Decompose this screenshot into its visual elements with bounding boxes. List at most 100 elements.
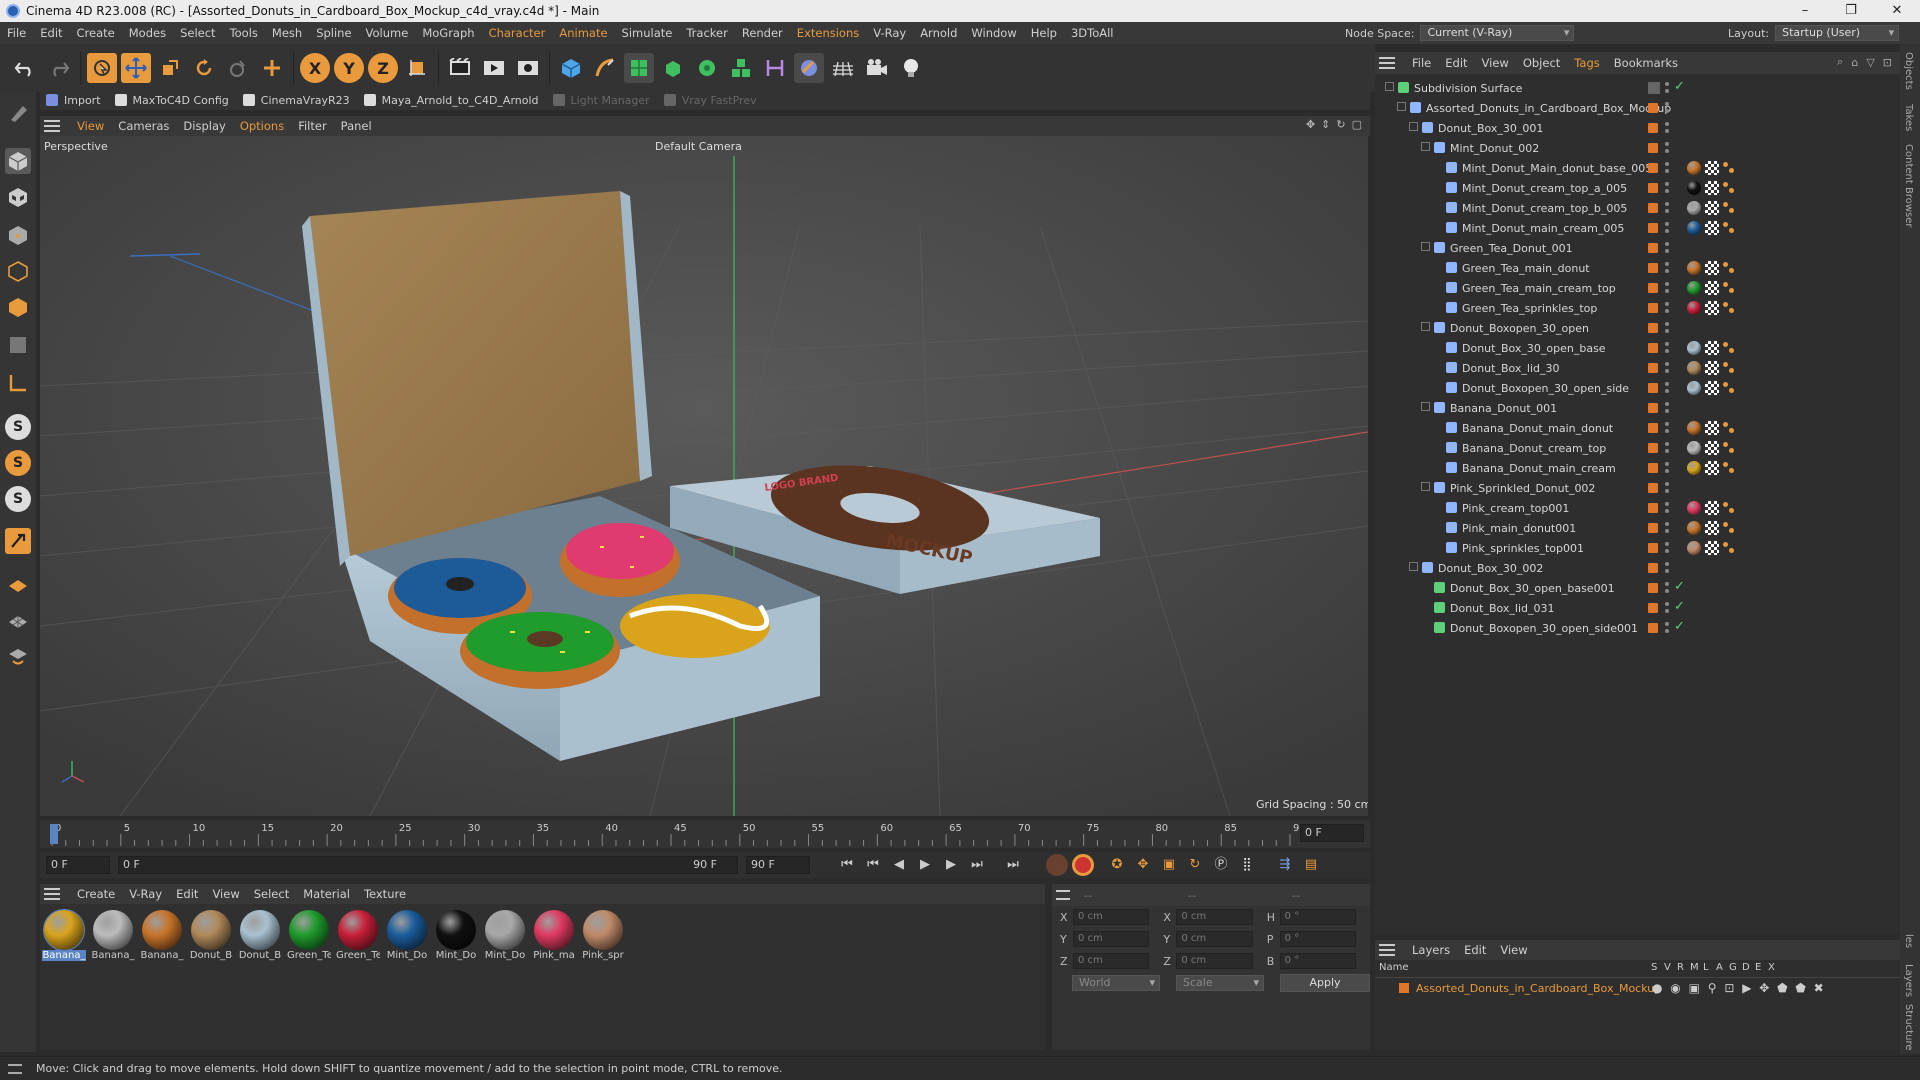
- visibility-toggle-icon[interactable]: [1665, 582, 1669, 594]
- layer-column-s[interactable]: S: [1651, 962, 1657, 973]
- layer-color-icon[interactable]: [1648, 623, 1658, 633]
- menu-render[interactable]: Render: [735, 22, 790, 44]
- plugin-maxtoc4d-config[interactable]: MaxToC4D Config: [114, 94, 229, 107]
- add-object-icon[interactable]: [257, 53, 287, 83]
- workplane-icon[interactable]: [5, 572, 31, 598]
- selection-tag-icon[interactable]: [1723, 202, 1735, 214]
- visibility-toggle-icon[interactable]: [1665, 182, 1669, 194]
- x-axis-lock-icon[interactable]: X: [300, 53, 330, 83]
- material-swatch[interactable]: Banana_: [42, 908, 86, 961]
- prev-frame-icon[interactable]: ◀: [888, 854, 910, 876]
- coord-mode-dropdown[interactable]: Scale: [1176, 975, 1264, 991]
- object-name[interactable]: Mint_Donut_002: [1450, 142, 1539, 155]
- object-name[interactable]: Mint_Donut_cream_top_a_005: [1462, 182, 1627, 195]
- layer-color-icon[interactable]: [1648, 463, 1658, 473]
- timeline-ruler[interactable]: 051015202530354045505560657075808590 0 F: [40, 820, 1370, 848]
- visibility-toggle-icon[interactable]: [1665, 502, 1669, 514]
- search-icon[interactable]: ⌕: [1837, 55, 1843, 69]
- deformer-bend-icon[interactable]: [760, 53, 790, 83]
- render-view-icon[interactable]: [479, 53, 509, 83]
- visibility-toggle-icon[interactable]: [1665, 322, 1669, 334]
- points-mode-icon[interactable]: [5, 222, 31, 248]
- timeline-window-icon[interactable]: ▤: [1300, 854, 1322, 876]
- locked-workplane-icon[interactable]: [5, 528, 31, 554]
- camera-icon[interactable]: [862, 53, 892, 83]
- maximize-button[interactable]: ❐: [1828, 0, 1874, 22]
- menu-create[interactable]: Create: [70, 22, 122, 44]
- autokey-icon[interactable]: [1072, 854, 1094, 876]
- enabled-check-icon[interactable]: ✓: [1674, 79, 1685, 94]
- material-swatch[interactable]: Pink_spr: [581, 908, 625, 961]
- object-row[interactable]: Green_Tea_main_cream_top: [1375, 278, 1900, 298]
- selection-tag-icon[interactable]: [1723, 462, 1735, 474]
- object-name[interactable]: Green_Tea_sprinkles_top: [1462, 302, 1597, 315]
- material-swatch[interactable]: Mint_Do: [434, 908, 478, 961]
- menu-file[interactable]: File: [0, 22, 33, 44]
- goto-end-icon[interactable]: ⏭: [1002, 854, 1024, 876]
- visibility-toggle-icon[interactable]: [1665, 442, 1669, 454]
- object-name[interactable]: Pink_sprinkles_top001: [1462, 542, 1584, 555]
- object-menu-file[interactable]: File: [1405, 52, 1438, 74]
- object-name[interactable]: Donut_Boxopen_30_open_side001: [1450, 622, 1638, 635]
- material-tag-icon[interactable]: [1687, 281, 1701, 295]
- position-key-icon[interactable]: ✥: [1132, 854, 1154, 876]
- uvw-tag-icon[interactable]: [1705, 381, 1719, 395]
- object-row[interactable]: Mint_Donut_002: [1375, 138, 1900, 158]
- object-row[interactable]: Banana_Donut_cream_top: [1375, 438, 1900, 458]
- visibility-toggle-icon[interactable]: [1665, 222, 1669, 234]
- scale-key-icon[interactable]: ▣: [1158, 854, 1180, 876]
- material-swatch[interactable]: Banana_: [91, 908, 135, 961]
- layer-color-icon[interactable]: [1648, 603, 1658, 613]
- object-row[interactable]: Mint_Donut_cream_top_a_005: [1375, 178, 1900, 198]
- menu-volume[interactable]: Volume: [359, 22, 416, 44]
- layer-menu-view[interactable]: View: [1493, 939, 1534, 961]
- viewport-menu-display[interactable]: Display: [176, 115, 232, 137]
- floor-environment-icon[interactable]: [828, 53, 858, 83]
- selection-tag-icon[interactable]: [1723, 382, 1735, 394]
- grid-plane-icon[interactable]: [5, 608, 31, 634]
- object-name[interactable]: Donut_Box_lid_031: [1450, 602, 1555, 615]
- menu-character[interactable]: Character: [482, 22, 553, 44]
- selection-tag-icon[interactable]: [1723, 162, 1735, 174]
- expand-toggle-icon[interactable]: [1397, 102, 1406, 111]
- uvw-tag-icon[interactable]: [1705, 441, 1719, 455]
- side-tab-objects[interactable]: Objects: [1903, 52, 1914, 90]
- array-icon[interactable]: [726, 53, 756, 83]
- material-tag-icon[interactable]: [1687, 521, 1701, 535]
- object-row[interactable]: Donut_Box_lid_031 ✓: [1375, 598, 1900, 618]
- object-name[interactable]: Banana_Donut_001: [1450, 402, 1557, 415]
- object-name[interactable]: Pink_Sprinkled_Donut_002: [1450, 482, 1595, 495]
- object-row[interactable]: Mint_Donut_main_cream_005: [1375, 218, 1900, 238]
- material-menu-v-ray[interactable]: V-Ray: [122, 883, 169, 905]
- minimize-button[interactable]: –: [1782, 0, 1828, 22]
- object-row[interactable]: Mint_Donut_cream_top_b_005: [1375, 198, 1900, 218]
- object-row[interactable]: Banana_Donut_main_donut: [1375, 418, 1900, 438]
- layer-color-icon[interactable]: [1648, 143, 1658, 153]
- layer-column-e[interactable]: E: [1755, 962, 1761, 973]
- object-row[interactable]: Donut_Box_30_002: [1375, 558, 1900, 578]
- undo-icon[interactable]: [10, 53, 40, 83]
- pla-key-icon[interactable]: ⣿: [1236, 854, 1258, 876]
- layer-column-d[interactable]: D: [1742, 962, 1750, 973]
- timeline-playhead[interactable]: [50, 824, 58, 844]
- orbit-view-icon[interactable]: ↻: [1336, 118, 1345, 131]
- coord-size-field[interactable]: 0 cm: [1176, 931, 1253, 947]
- visibility-toggle-icon[interactable]: [1665, 282, 1669, 294]
- material-swatch[interactable]: Donut_B: [189, 908, 233, 961]
- material-tag-icon[interactable]: [1687, 201, 1701, 215]
- next-key-icon[interactable]: ⏭: [966, 854, 988, 876]
- goto-start-icon[interactable]: ⏮: [836, 854, 858, 876]
- material-tag-icon[interactable]: [1687, 181, 1701, 195]
- object-row[interactable]: Banana_Donut_main_cream: [1375, 458, 1900, 478]
- enabled-check-icon[interactable]: ✓: [1674, 579, 1685, 594]
- selection-tag-icon[interactable]: [1723, 442, 1735, 454]
- layer-color-icon[interactable]: [1648, 243, 1658, 253]
- layer-toggle-icon[interactable]: [1648, 82, 1660, 94]
- viewport-menu-panel[interactable]: Panel: [334, 115, 379, 137]
- menu-simulate[interactable]: Simulate: [615, 22, 680, 44]
- pen-spline-icon[interactable]: [590, 53, 620, 83]
- menu-v-ray[interactable]: V-Ray: [866, 22, 913, 44]
- coord-rotation-field[interactable]: 0 °: [1279, 931, 1357, 947]
- object-name[interactable]: Mint_Donut_Main_donut_base_005: [1462, 162, 1652, 175]
- selection-tag-icon[interactable]: [1723, 422, 1735, 434]
